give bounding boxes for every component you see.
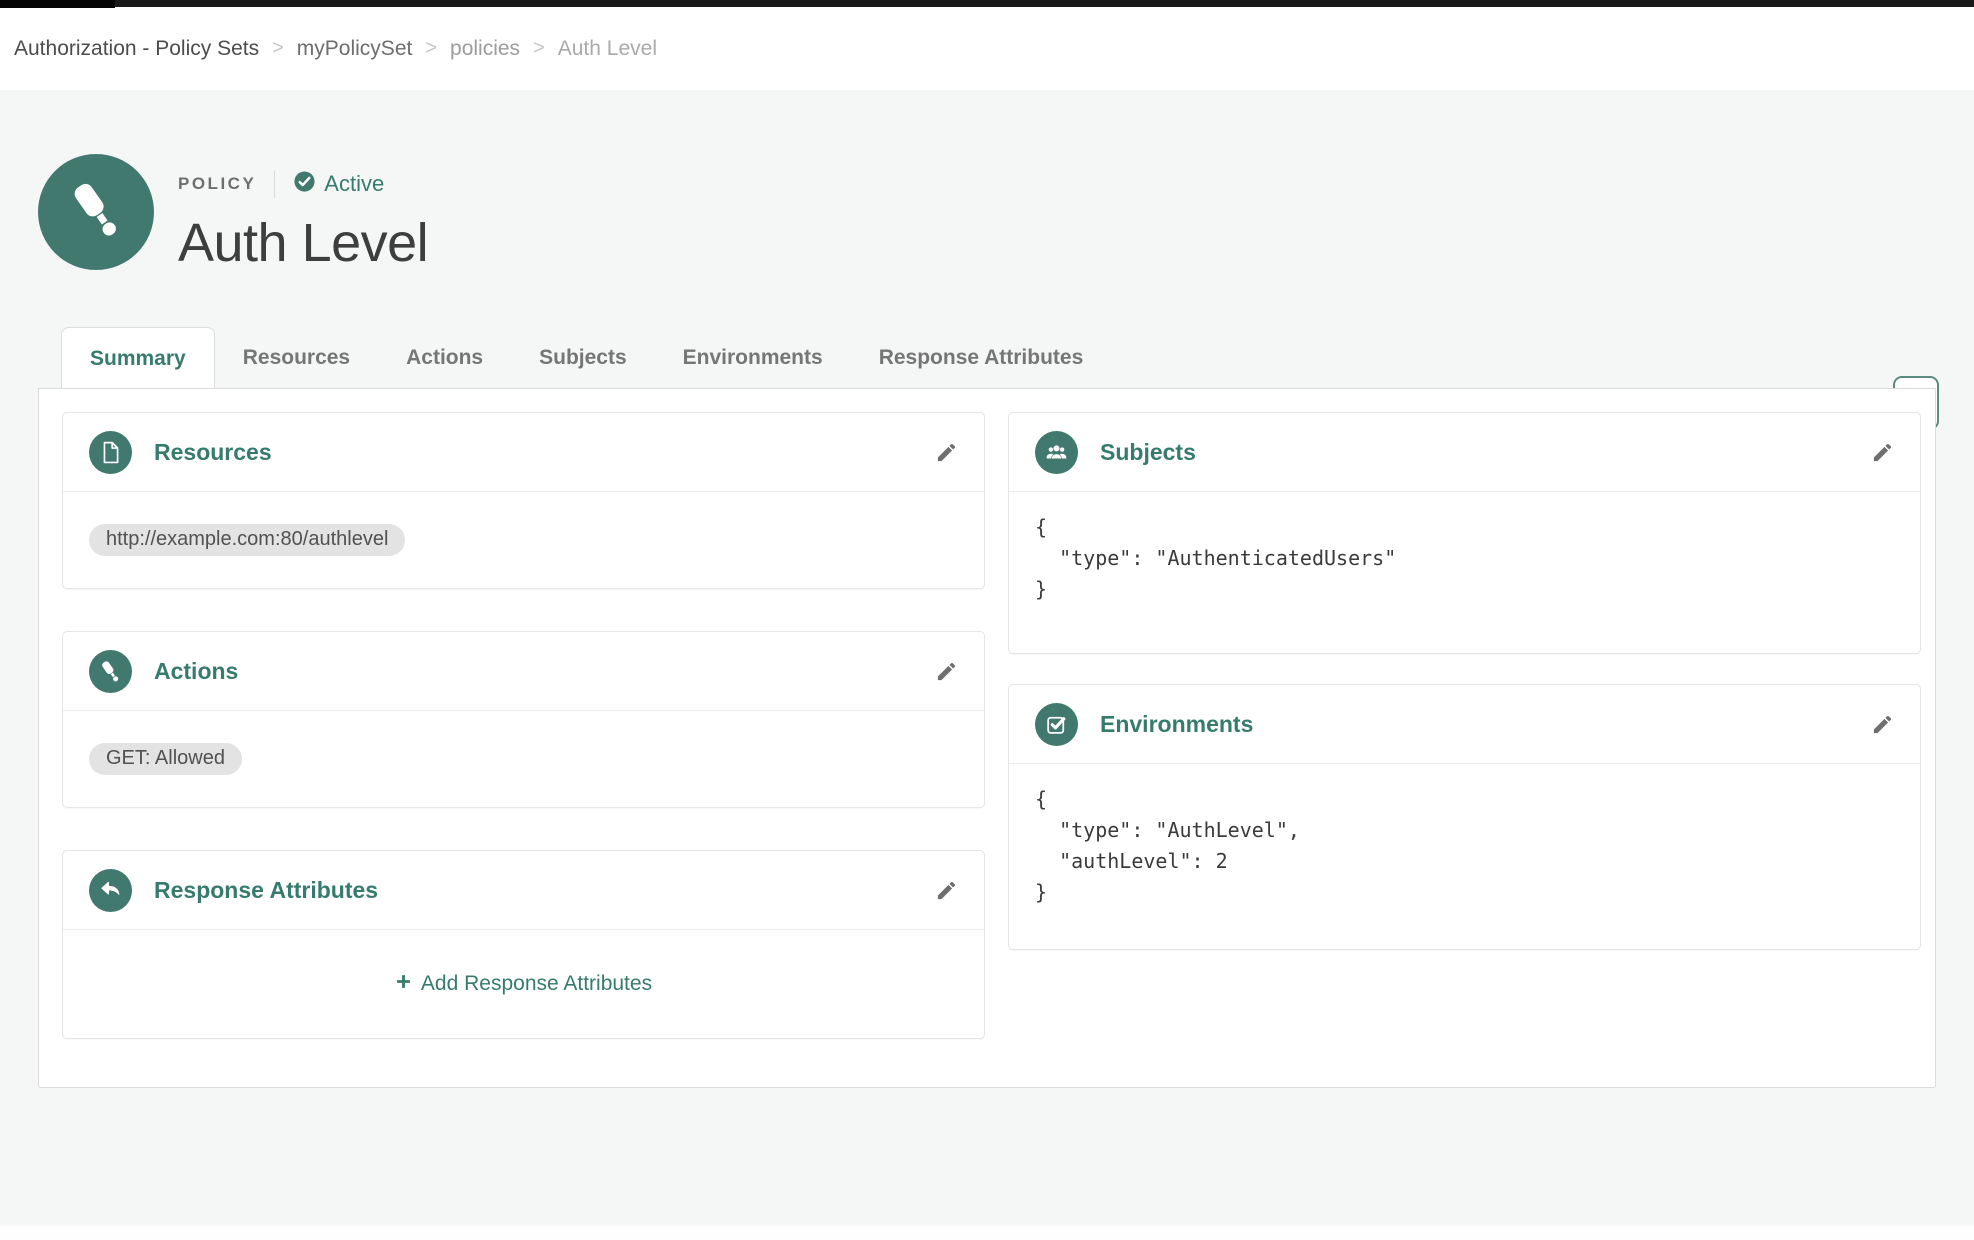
gavel-icon	[89, 650, 132, 693]
page-title: Auth Level	[178, 212, 428, 274]
response-attributes-card-title: Response Attributes	[154, 877, 378, 904]
users-icon	[1035, 431, 1078, 474]
response-attributes-card-header: Response Attributes	[63, 851, 984, 930]
tab-environments[interactable]: Environments	[655, 327, 851, 388]
response-attributes-card-body: Add Response Attributes	[63, 930, 984, 1038]
summary-panel: Resources http://example.com:80/authleve…	[38, 388, 1936, 1088]
check-circle-icon	[293, 170, 324, 199]
subjects-card-body: { "type": "AuthenticatedUsers" }	[1009, 492, 1920, 653]
top-bar-logo-area	[0, 0, 115, 8]
subjects-card-header: Subjects	[1009, 413, 1920, 492]
tab-subjects[interactable]: Subjects	[511, 327, 655, 388]
subjects-code-block: { "type": "AuthenticatedUsers" }	[1035, 512, 1894, 605]
subjects-card-title: Subjects	[1100, 439, 1196, 466]
actions-card-body: GET: Allowed	[63, 711, 984, 807]
environments-card-header: Environments	[1009, 685, 1920, 764]
tab-summary[interactable]: Summary	[61, 327, 215, 388]
breadcrumb: Authorization - Policy Sets > myPolicySe…	[0, 7, 1974, 90]
action-tag: GET: Allowed	[89, 743, 242, 775]
gavel-icon	[64, 178, 128, 247]
environments-card: Environments { "type": "AuthLevel", "aut…	[1008, 684, 1921, 950]
add-response-attributes-button[interactable]: Add Response Attributes	[395, 972, 652, 996]
top-navigation-bar	[0, 0, 1974, 7]
check-square-icon	[1035, 703, 1078, 746]
resources-card-title: Resources	[154, 439, 272, 466]
status-label: Active	[324, 171, 384, 197]
footer-strip	[0, 1226, 1974, 1240]
reply-icon	[89, 869, 132, 912]
edit-environments-button[interactable]	[1871, 713, 1894, 736]
status-badge: Active	[293, 170, 384, 199]
file-icon	[89, 431, 132, 474]
policy-type-label: POLICY	[178, 174, 256, 194]
actions-card-header: Actions	[63, 632, 984, 711]
breadcrumb-item-current: Auth Level	[558, 37, 657, 61]
edit-resources-button[interactable]	[935, 441, 958, 464]
edit-actions-button[interactable]	[935, 660, 958, 683]
breadcrumb-item-policies[interactable]: policies	[450, 37, 520, 61]
policy-header: POLICY Active Auth Level	[38, 154, 1936, 274]
tab-actions[interactable]: Actions	[378, 327, 511, 388]
policy-avatar	[38, 154, 154, 270]
tab-response-attributes[interactable]: Response Attributes	[851, 327, 1112, 388]
breadcrumb-item-policy-set[interactable]: myPolicySet	[297, 37, 413, 61]
tab-resources[interactable]: Resources	[215, 327, 378, 388]
edit-response-attributes-button[interactable]	[935, 879, 958, 902]
plus-icon	[395, 972, 412, 996]
edit-subjects-button[interactable]	[1871, 441, 1894, 464]
breadcrumb-separator-icon: >	[533, 37, 545, 60]
breadcrumb-separator-icon: >	[272, 37, 284, 60]
breadcrumb-separator-icon: >	[425, 37, 437, 60]
environments-card-body: { "type": "AuthLevel", "authLevel": 2 }	[1009, 764, 1920, 949]
header-divider	[274, 171, 275, 198]
subjects-card: Subjects { "type": "AuthenticatedUsers" …	[1008, 412, 1921, 654]
add-response-attributes-label: Add Response Attributes	[421, 972, 652, 996]
resources-card-header: Resources	[63, 413, 984, 492]
resources-card: Resources http://example.com:80/authleve…	[62, 412, 985, 589]
actions-card: Actions GET: Allowed	[62, 631, 985, 808]
resources-card-body: http://example.com:80/authlevel	[63, 492, 984, 588]
breadcrumb-item-policy-sets[interactable]: Authorization - Policy Sets	[14, 37, 259, 61]
environments-card-title: Environments	[1100, 711, 1253, 738]
tab-bar: Summary Resources Actions Subjects Envir…	[38, 327, 1936, 388]
environments-code-block: { "type": "AuthLevel", "authLevel": 2 }	[1035, 784, 1894, 908]
response-attributes-card: Response Attributes Add Response Attribu…	[62, 850, 985, 1039]
resource-tag: http://example.com:80/authlevel	[89, 524, 405, 556]
actions-card-title: Actions	[154, 658, 238, 685]
